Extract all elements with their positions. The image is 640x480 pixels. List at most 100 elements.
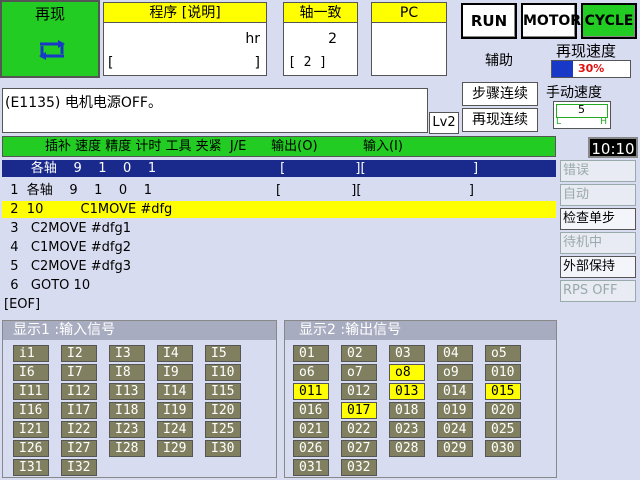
output-signal-028: 028: [389, 440, 425, 457]
program-row-5[interactable]: 5 C2MOVE #dfg3: [2, 258, 556, 275]
output-signal-031: 031: [293, 459, 329, 476]
input-signal-i28: I28: [109, 440, 145, 457]
program-row-current[interactable]: 各轴 9 1 0 1 [ ][ ]: [2, 160, 556, 177]
status-external-hold[interactable]: 外部保持: [560, 256, 636, 278]
output-signal-014: 014: [437, 383, 473, 400]
error-message: (E1135) 电机电源OFF。: [5, 95, 162, 111]
output-signal-032: 032: [341, 459, 377, 476]
columns-header-text: 插补 速度 精度 计时 工具 夹紧 J/E 输出(O) 输入(I): [45, 139, 403, 154]
replay-speed-bar: 30%: [551, 60, 631, 78]
aux-label: 辅助: [485, 53, 513, 69]
output-signal-024: 024: [437, 421, 473, 438]
output-signal-o5: o5: [485, 345, 521, 362]
output-signal-020: 020: [485, 402, 521, 419]
output-signal-04: 04: [437, 345, 473, 362]
program-row-4[interactable]: 4 C1MOVE #dfg2: [2, 239, 556, 256]
output-signal-o6: o6: [293, 364, 329, 381]
input-signal-i17: I17: [61, 402, 97, 419]
status-auto[interactable]: 自动: [560, 184, 636, 206]
program-row-3[interactable]: 3 C2MOVE #dfg1: [2, 220, 556, 237]
program-bracket-left: [: [108, 55, 114, 71]
step-continuous-button[interactable]: 步骤连续: [462, 82, 538, 106]
level-indicator[interactable]: Lv2: [429, 112, 459, 134]
input-signal-i19: I19: [157, 402, 193, 419]
program-list: 各轴 9 1 0 1 [ ][ ] 1 各轴 9 1 0 1 [ ][] 2 …: [2, 159, 558, 315]
time-display: 10:10: [588, 137, 638, 158]
mode-label: 再现: [34, 5, 65, 23]
manual-speed-box: 5 L H: [553, 101, 611, 129]
manual-speed-high: H: [600, 117, 607, 127]
replay-continuous-button[interactable]: 再现连续: [462, 108, 538, 132]
output-signal-018: 018: [389, 402, 425, 419]
output-signal-02: 02: [341, 345, 377, 362]
replay-speed-value: 30%: [578, 62, 605, 75]
output-signal-o7: o7: [341, 364, 377, 381]
input-signal-i14: I14: [157, 383, 193, 400]
input-signal-i8: I8: [109, 364, 145, 381]
input-signal-i10: I10: [205, 364, 241, 381]
output-signal-021: 021: [293, 421, 329, 438]
output-signal-023: 023: [389, 421, 425, 438]
input-signal-i32: I32: [61, 459, 97, 476]
run-button[interactable]: RUN: [461, 3, 517, 39]
columns-header: 插补 速度 精度 计时 工具 夹紧 J/E 输出(O) 输入(I): [2, 136, 556, 157]
output-panel-title: 显示2 :输出信号: [285, 321, 556, 340]
manual-speed-low: L: [556, 117, 562, 127]
axis-title: 轴一致: [284, 3, 357, 23]
replay-speed-fill: [552, 61, 573, 77]
program-unit: hr: [245, 31, 260, 47]
input-signal-i9: I9: [157, 364, 193, 381]
input-signal-i15: I15: [205, 383, 241, 400]
cycle-arrows-icon: [39, 40, 65, 60]
output-signal-029: 029: [437, 440, 473, 457]
program-panel: 程序 [说明] hr [ ]: [103, 2, 267, 76]
output-signal-012: 012: [341, 383, 377, 400]
program-row-6[interactable]: 6 GOTO 10: [2, 277, 556, 294]
input-signal-panel: 显示1 :输入信号 i1 I2 I3 I4 I5 I6 I7 I8 I9 I10 I11 I12 I13…: [2, 320, 277, 478]
input-signal-i22: I22: [61, 421, 97, 438]
axis-panel: 轴一致 2 [ 2 ]: [283, 2, 358, 76]
replay-speed-label: 再现速度: [556, 42, 617, 60]
program-title: 程序 [说明]: [104, 3, 266, 23]
status-error[interactable]: 错误: [560, 160, 636, 182]
status-standby[interactable]: 待机中: [560, 232, 636, 254]
pc-panel: PC: [371, 2, 447, 76]
input-signal-i27: I27: [61, 440, 97, 457]
status-rps-off[interactable]: RPS OFF: [560, 280, 636, 302]
manual-speed-value: 5: [578, 103, 585, 116]
output-signal-022: 022: [341, 421, 377, 438]
cycle-button[interactable]: CYCLE: [581, 3, 637, 39]
input-signal-i20: I20: [205, 402, 241, 419]
output-signal-010: 010: [485, 364, 521, 381]
output-signal-015: 015: [485, 383, 521, 400]
input-signal-i12: I12: [61, 383, 97, 400]
axis-value: 2: [328, 31, 337, 47]
input-signal-i24: I24: [157, 421, 193, 438]
input-signal-i18: I18: [109, 402, 145, 419]
input-signal-i13: I13: [109, 383, 145, 400]
program-row-2[interactable]: 2 10 C1MOVE #dfg: [2, 201, 556, 218]
output-signal-o9: o9: [437, 364, 473, 381]
pc-title: PC: [372, 3, 446, 23]
output-signal-016: 016: [293, 402, 329, 419]
input-signal-i29: I29: [157, 440, 193, 457]
manual-speed-label: 手动速度: [546, 85, 602, 101]
input-panel-title: 显示1 :输入信号: [3, 321, 276, 340]
output-signal-030: 030: [485, 440, 521, 457]
mode-box[interactable]: 再现: [0, 0, 100, 78]
output-signal-01: 01: [293, 345, 329, 362]
program-row-eof: [EOF]: [4, 297, 41, 312]
output-signal-o8: o8: [389, 364, 425, 381]
input-signal-i5: I5: [205, 345, 241, 362]
input-signal-i4: I4: [157, 345, 193, 362]
motor-button[interactable]: MOTOR: [521, 3, 581, 39]
status-check-step[interactable]: 检查单步: [560, 208, 636, 230]
input-signal-i25: I25: [205, 421, 241, 438]
input-signal-i23: I23: [109, 421, 145, 438]
input-signal-i1: i1: [13, 345, 49, 362]
message-area: (E1135) 电机电源OFF。: [2, 88, 428, 133]
input-signal-i2: I2: [61, 345, 97, 362]
side-buttons: 错误 自动 检查单步 待机中 外部保持 RPS OFF: [560, 160, 636, 302]
program-row-1[interactable]: 1 各轴 9 1 0 1 [ ][ ]: [2, 182, 556, 199]
input-signal-i26: I26: [13, 440, 49, 457]
